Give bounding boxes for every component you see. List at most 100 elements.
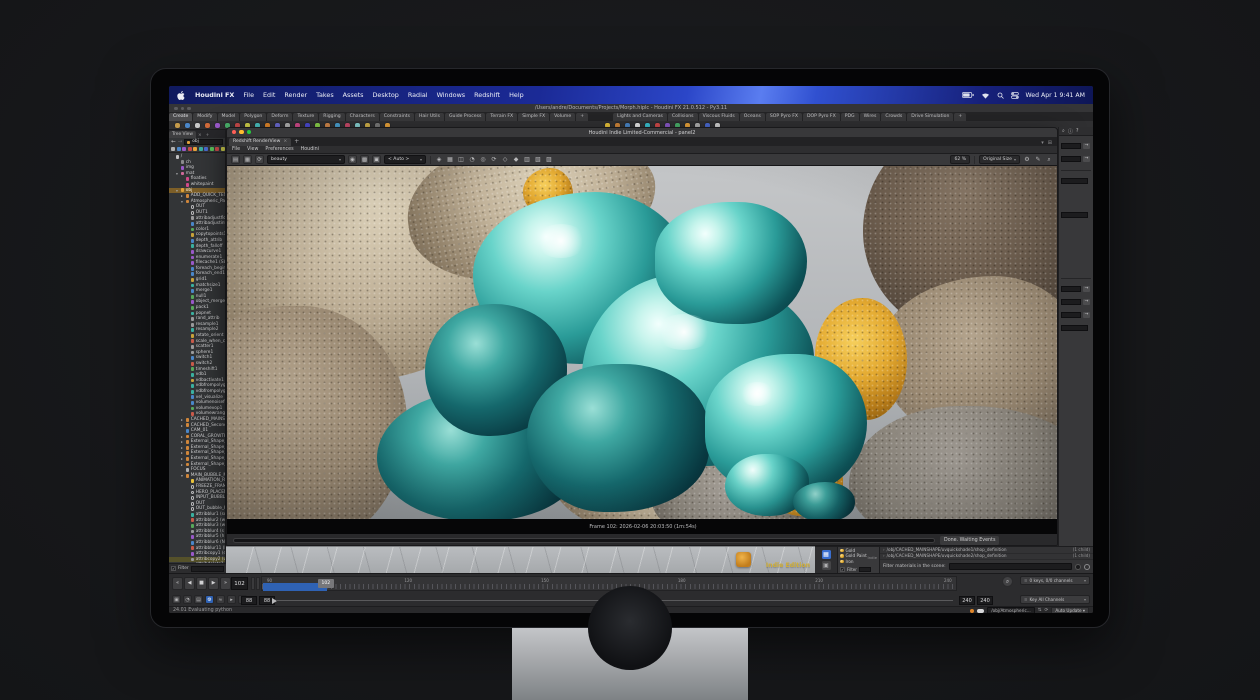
image-size-dropdown[interactable]: Original Size▾	[979, 155, 1020, 164]
settings-gear-icon[interactable]: ⚙	[205, 595, 214, 604]
shelf-tab-collisions[interactable]: Collisions	[668, 113, 698, 121]
parameter-field[interactable]: →	[1059, 286, 1093, 292]
filter-field[interactable]	[191, 566, 224, 572]
parameter-field[interactable]	[1059, 325, 1093, 331]
orbit-icon[interactable]: ⟳	[490, 156, 498, 163]
renderview-menu-file[interactable]: File	[232, 147, 240, 152]
auto-update-dropdown[interactable]: Auto Update ▾	[1051, 607, 1089, 613]
dopesheet-icon[interactable]: ≈	[216, 595, 225, 604]
traffic-lights[interactable]	[232, 130, 251, 134]
filter-option-icon[interactable]	[1075, 564, 1081, 570]
filter-clear-icon[interactable]	[1084, 564, 1090, 570]
tree-type-filter-icon[interactable]	[221, 147, 225, 151]
expand-icon[interactable]: ▸	[181, 462, 184, 468]
menubar-item-houdini-fx[interactable]: Houdini FX	[195, 91, 234, 99]
search-icon[interactable]	[997, 92, 1004, 99]
node-plug-icon[interactable]: →	[1083, 156, 1090, 162]
menubar-item-radial[interactable]: Radial	[408, 91, 428, 99]
node-plug-icon[interactable]: →	[1083, 286, 1090, 292]
expand-icon[interactable]: ›	[883, 553, 885, 560]
tree-type-filter-icon[interactable]	[171, 147, 175, 151]
menubar-item-assets[interactable]: Assets	[343, 91, 364, 99]
window-controls[interactable]	[174, 107, 191, 111]
timeline[interactable]: 102 90120150180210240	[261, 576, 957, 591]
close-tab-icon[interactable]: ×	[283, 138, 287, 146]
playback-end-field[interactable]: 240	[959, 596, 975, 605]
expand-icon[interactable]: ▾	[181, 199, 184, 205]
shelf-tool-icon[interactable]	[175, 123, 180, 128]
menubar-item-render[interactable]: Render	[284, 91, 307, 99]
pane-split-icon[interactable]: ⊞	[1048, 140, 1052, 146]
checker-background-icon[interactable]: ▩	[360, 155, 369, 164]
split-view-icon[interactable]: ◫	[457, 156, 465, 163]
parameter-field[interactable]: →	[1059, 312, 1093, 318]
expand-icon[interactable]: ▾	[181, 473, 184, 479]
filter-checkbox[interactable]: ✓	[171, 566, 176, 571]
tree-type-filter-icon[interactable]	[182, 147, 186, 151]
parameter-field[interactable]: →	[1059, 156, 1093, 162]
back-arrow-icon[interactable]: ←	[171, 139, 176, 145]
grid-icon[interactable]: ▦	[446, 156, 454, 163]
pane-menu-icon[interactable]: ▾	[1041, 140, 1044, 146]
parameter-field[interactable]: →	[1059, 299, 1093, 305]
node-plug-icon[interactable]: →	[1083, 299, 1090, 305]
node-plug-icon[interactable]: →	[1083, 312, 1090, 318]
global-start-field[interactable]: 88	[241, 596, 257, 605]
tree-type-filter-icon[interactable]	[204, 147, 208, 151]
shelf-tool-icon[interactable]	[205, 123, 210, 128]
render-window-titlebar[interactable]: Houdini Indie Limited-Commercial - panel…	[227, 128, 1057, 137]
battery-icon[interactable]	[962, 92, 974, 98]
jump-start-button[interactable]: «	[172, 577, 183, 590]
magnifier-icon[interactable]: ⌕	[1062, 128, 1065, 134]
shelf-tab-simple-fx[interactable]: Simple FX	[518, 113, 549, 121]
panel-icon[interactable]: ▣	[822, 561, 831, 570]
pencil-icon[interactable]: ✎	[1034, 156, 1042, 163]
target-icon[interactable]: ◎	[479, 156, 487, 163]
shelf-tab-crowds[interactable]: Crowds	[881, 113, 906, 121]
shelf-tab-texture[interactable]: Texture	[293, 113, 318, 121]
copy-icon[interactable]: ▧	[534, 156, 542, 163]
shelf-tool-icon[interactable]	[185, 123, 190, 128]
current-node-path-field[interactable]: /obj/Atmospheric...	[987, 607, 1035, 613]
minimize-button[interactable]	[239, 130, 243, 134]
menubar-item-windows[interactable]: Windows	[437, 91, 466, 99]
refresh-icon[interactable]: ⟳	[1045, 608, 1049, 613]
playhead-marker[interactable]: 102	[318, 579, 334, 588]
crop-region-icon[interactable]: ▣	[372, 155, 381, 164]
auto-resolution-dropdown[interactable]: < Auto >▾	[384, 155, 426, 164]
tree-type-filter-icon[interactable]	[193, 147, 197, 151]
parameter-field[interactable]	[1059, 212, 1093, 218]
network-editor-strip[interactable]: Indie Edition	[226, 546, 815, 573]
levels-icon[interactable]: ▥	[523, 156, 531, 163]
expand-icon[interactable]: ▾	[176, 188, 179, 194]
tree-type-filter-icon[interactable]	[188, 147, 192, 151]
shelf-tab-create[interactable]: Create	[169, 113, 192, 121]
gear-icon[interactable]: ⚙	[1023, 156, 1031, 163]
pan-icon[interactable]: ◆	[512, 156, 520, 163]
info-icon[interactable]: ⓘ	[1068, 128, 1073, 135]
tab-tree-view[interactable]: Tree View	[169, 131, 196, 138]
close-tab-icon[interactable]: ×	[196, 133, 204, 138]
shelf-tab-item[interactable]: +	[954, 113, 966, 121]
shelf-tab-dop-pyro-fx[interactable]: DOP Pyro FX	[803, 113, 840, 121]
jump-end-button[interactable]: »	[220, 577, 231, 590]
clock-icon[interactable]: ◔	[468, 156, 476, 163]
apple-logo-icon[interactable]	[177, 91, 185, 100]
keys-summary-dropdown[interactable]: ≡0 keys, 0/0 channels▾	[1020, 576, 1090, 585]
parameter-field[interactable]	[1059, 178, 1093, 184]
shelf-tab-wires[interactable]: Wires	[860, 113, 881, 121]
stamp-icon[interactable]: ▨	[545, 156, 553, 163]
shelf-tab-volume[interactable]: Volume	[550, 113, 575, 121]
tree-type-filter-icon[interactable]	[210, 147, 214, 151]
shelf-tab-sop-pyro-fx[interactable]: SOP Pyro FX	[766, 113, 802, 121]
shelf-tab-rigging[interactable]: Rigging	[319, 113, 344, 121]
expand-icon[interactable]: ▾	[176, 171, 179, 177]
render-image[interactable]	[227, 166, 1058, 519]
renderview-menu-view[interactable]: View	[247, 147, 258, 152]
shelf-tab-item[interactable]: +	[576, 113, 588, 121]
renderview-menu-houdini[interactable]: Houdini	[301, 147, 319, 152]
swap-icon[interactable]: ⇅	[1038, 608, 1042, 613]
shelf-tab-lights-and-cameras[interactable]: Lights and Cameras	[613, 113, 667, 121]
color-sphere-icon[interactable]: ◉	[348, 155, 357, 164]
parameter-field[interactable]: →	[1059, 143, 1093, 149]
